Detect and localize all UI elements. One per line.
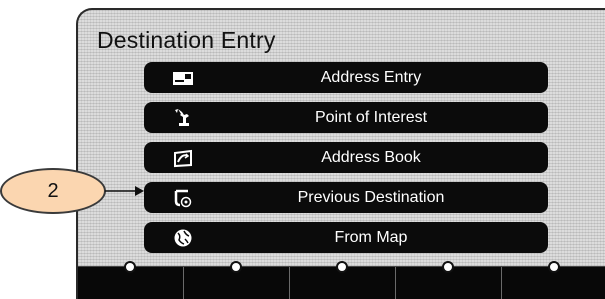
address-entry-label: Address Entry — [320, 69, 422, 86]
nav-screen: Destination Entry Address Entry Point of… — [76, 8, 605, 299]
from-map-button[interactable]: From Map — [144, 222, 548, 253]
history-icon — [174, 189, 192, 208]
screen-title: Destination Entry — [97, 27, 276, 53]
softkey-4[interactable] — [442, 261, 454, 273]
address-book-button[interactable]: Address Book — [144, 142, 548, 173]
point-of-interest-button[interactable]: Point of Interest — [144, 102, 548, 133]
from-map-label: From Map — [334, 229, 408, 246]
callout-arrow-icon — [105, 186, 144, 196]
previous-destination-label: Previous Destination — [297, 189, 445, 206]
point-of-interest-label: Point of Interest — [314, 109, 428, 126]
address-entry-button[interactable]: Address Entry — [144, 62, 548, 93]
softkey-bar — [78, 261, 605, 299]
book-icon — [174, 149, 192, 168]
previous-destination-button[interactable]: Previous Destination — [144, 182, 548, 213]
softkey-3[interactable] — [336, 261, 348, 273]
softkey-1[interactable] — [124, 261, 136, 273]
globe-icon — [174, 229, 192, 247]
softkey-divider — [395, 267, 396, 299]
softkey-divider — [289, 267, 290, 299]
callout-number: 2 — [47, 180, 59, 202]
address-book-label: Address Book — [321, 149, 421, 166]
softkey-2[interactable] — [230, 261, 242, 273]
softkey-5[interactable] — [548, 261, 560, 273]
softkey-divider — [183, 267, 184, 299]
softkey-divider — [501, 267, 502, 299]
statue-icon — [175, 109, 189, 126]
card-icon — [173, 72, 193, 85]
